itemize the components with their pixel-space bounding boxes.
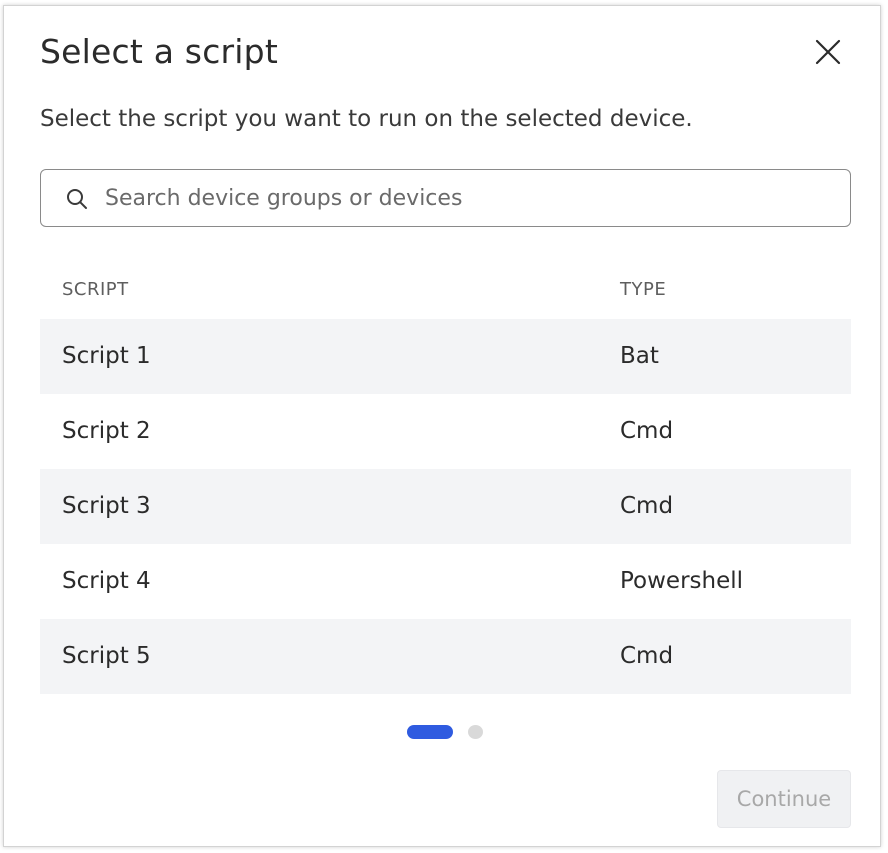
search-input[interactable] — [105, 180, 825, 216]
close-button[interactable] — [812, 36, 844, 68]
table-row[interactable]: Script 3 Cmd — [40, 469, 851, 544]
script-type: Cmd — [620, 643, 674, 669]
search-box — [40, 169, 851, 227]
search-icon — [67, 189, 87, 209]
column-header-type: TYPE — [620, 279, 667, 300]
script-type: Powershell — [620, 568, 744, 594]
table-header: SCRIPT TYPE — [40, 261, 851, 319]
dialog-title: Select a script — [40, 32, 278, 71]
script-name: Script 1 — [62, 343, 151, 369]
table-row[interactable]: Script 2 Cmd — [40, 394, 851, 469]
column-header-script: SCRIPT — [62, 279, 129, 300]
close-icon — [815, 39, 841, 65]
script-type: Cmd — [620, 493, 674, 519]
script-type: Bat — [620, 343, 659, 369]
scripts-table: SCRIPT TYPE Script 1 Bat Script 2 Cmd Sc… — [40, 261, 851, 694]
table-row[interactable]: Script 5 Cmd — [40, 619, 851, 694]
script-name: Script 3 — [62, 493, 151, 519]
table-row[interactable]: Script 4 Powershell — [40, 544, 851, 619]
dialog-subtitle: Select the script you want to run on the… — [40, 106, 693, 132]
select-script-dialog: Select a script Select the script you wa… — [3, 5, 881, 847]
script-type: Cmd — [620, 418, 674, 444]
table-row[interactable]: Script 1 Bat — [40, 319, 851, 394]
script-name: Script 5 — [62, 643, 151, 669]
page-dot[interactable] — [468, 725, 483, 739]
page-dot-active[interactable] — [407, 725, 453, 739]
script-name: Script 4 — [62, 568, 151, 594]
script-name: Script 2 — [62, 418, 151, 444]
continue-button[interactable]: Continue — [717, 770, 851, 828]
